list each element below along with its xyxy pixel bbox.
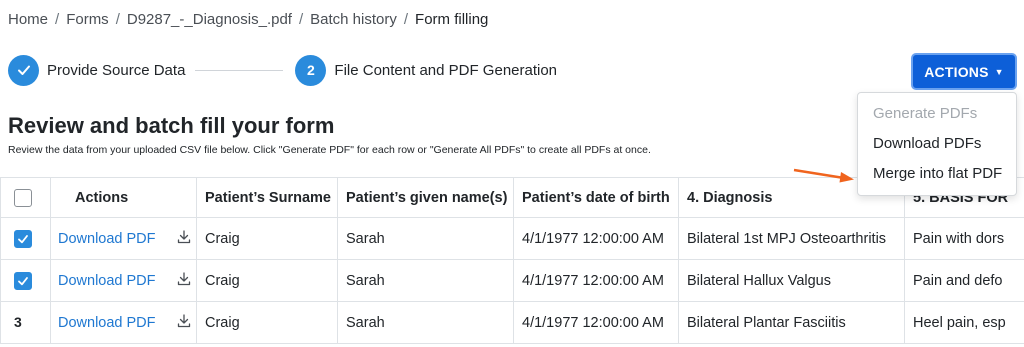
breadcrumb-batch-history[interactable]: Batch history [310, 11, 397, 28]
step-1-label[interactable]: Provide Source Data [47, 62, 185, 79]
cell-basis: Pain with dors [904, 217, 1024, 260]
download-pdf-link[interactable]: Download PDF [58, 272, 156, 288]
cell-diagnosis: Bilateral Plantar Fasciitis [678, 301, 905, 344]
row-select-cell: 3 [0, 301, 51, 344]
header-actions: Actions [50, 177, 197, 218]
cell-basis: Pain and defo [904, 259, 1024, 302]
row-number: 3 [14, 314, 22, 330]
data-table: Actions Patient’s Surname Patient’s give… [0, 177, 1024, 344]
table-row: 3 Download PDF Craig Sarah 4/1/1977 12:0… [0, 301, 1024, 344]
cell-given-name: Sarah [337, 217, 514, 260]
row-select-cell [0, 217, 51, 260]
actions-dropdown-button[interactable]: ACTIONS ▼ [911, 53, 1017, 90]
breadcrumb-home[interactable]: Home [8, 11, 48, 28]
actions-dropdown-menu: Generate PDFs Download PDFs Merge into f… [857, 92, 1017, 196]
row-checkbox[interactable] [14, 229, 32, 248]
select-all-checkbox[interactable] [14, 188, 32, 207]
download-icon[interactable] [176, 229, 192, 249]
data-table-container[interactable]: Actions Patient’s Surname Patient’s give… [0, 177, 1024, 347]
checkmark-icon [17, 65, 30, 75]
breadcrumb-separator: / [55, 11, 60, 28]
row-actions-cell: Download PDF [50, 301, 197, 344]
checkmark-icon [18, 234, 28, 243]
step-2-number[interactable]: 2 [295, 54, 327, 86]
download-pdf-link[interactable]: Download PDF [58, 230, 156, 246]
menu-item-merge-flat-pdf[interactable]: Merge into flat PDF [858, 159, 1016, 189]
breadcrumb-forms[interactable]: Forms [66, 11, 109, 28]
annotation-arrow-icon [793, 168, 854, 183]
cell-surname: Craig [196, 259, 338, 302]
stepper: Provide Source Data 2 File Content and P… [8, 54, 557, 86]
row-actions-cell: Download PDF [50, 259, 197, 302]
breadcrumb: Home / Forms / D9287_-_Diagnosis_.pdf / Batch … [8, 11, 488, 28]
page-title: Review and batch fill your form [8, 113, 335, 138]
header-given-name[interactable]: Patient’s given name(s) [337, 177, 514, 218]
header-surname[interactable]: Patient’s Surname [196, 177, 338, 218]
cell-basis: Heel pain, esp [904, 301, 1024, 344]
step-2-label[interactable]: File Content and PDF Generation [334, 62, 557, 79]
table-row: Download PDF Craig Sarah 4/1/1977 12:00:… [0, 217, 1024, 260]
breadcrumb-separator: / [298, 11, 304, 28]
cell-given-name: Sarah [337, 301, 514, 344]
actions-button-label: ACTIONS [924, 63, 989, 80]
cell-diagnosis: Bilateral Hallux Valgus [678, 259, 905, 302]
row-actions-cell: Download PDF [50, 217, 197, 260]
row-checkbox[interactable] [14, 271, 32, 290]
cell-date-of-birth: 4/1/1977 12:00:00 AM [513, 259, 679, 302]
step-1-complete-icon[interactable] [8, 54, 39, 86]
header-date-of-birth[interactable]: Patient’s date of birth [513, 177, 679, 218]
caret-down-icon: ▼ [994, 66, 1004, 77]
cell-date-of-birth: 4/1/1977 12:00:00 AM [513, 217, 679, 260]
row-select-cell [0, 259, 51, 302]
table-row: Download PDF Craig Sarah 4/1/1977 12:00:… [0, 259, 1024, 302]
select-all-header [0, 177, 51, 218]
cell-surname: Craig [196, 301, 338, 344]
menu-item-generate-pdfs: Generate PDFs [873, 105, 978, 122]
breadcrumb-file[interactable]: D9287_-_Diagnosis_.pdf [127, 11, 292, 28]
download-icon[interactable] [176, 271, 192, 291]
breadcrumb-separator: / [115, 11, 120, 28]
step-connector [195, 69, 284, 71]
breadcrumb-current: Form filling [415, 11, 489, 28]
cell-given-name: Sarah [337, 259, 514, 302]
checkmark-icon [18, 276, 28, 285]
page-subtitle: Review the data from your uploaded CSV f… [8, 144, 651, 156]
menu-item-download-pdfs[interactable]: Download PDFs [858, 129, 1016, 159]
download-icon[interactable] [176, 313, 192, 333]
cell-surname: Craig [196, 217, 338, 260]
cell-diagnosis: Bilateral 1st MPJ Osteoarthritis [678, 217, 905, 260]
breadcrumb-separator: / [403, 11, 409, 28]
download-pdf-link[interactable]: Download PDF [58, 314, 156, 330]
cell-date-of-birth: 4/1/1977 12:00:00 AM [513, 301, 679, 344]
